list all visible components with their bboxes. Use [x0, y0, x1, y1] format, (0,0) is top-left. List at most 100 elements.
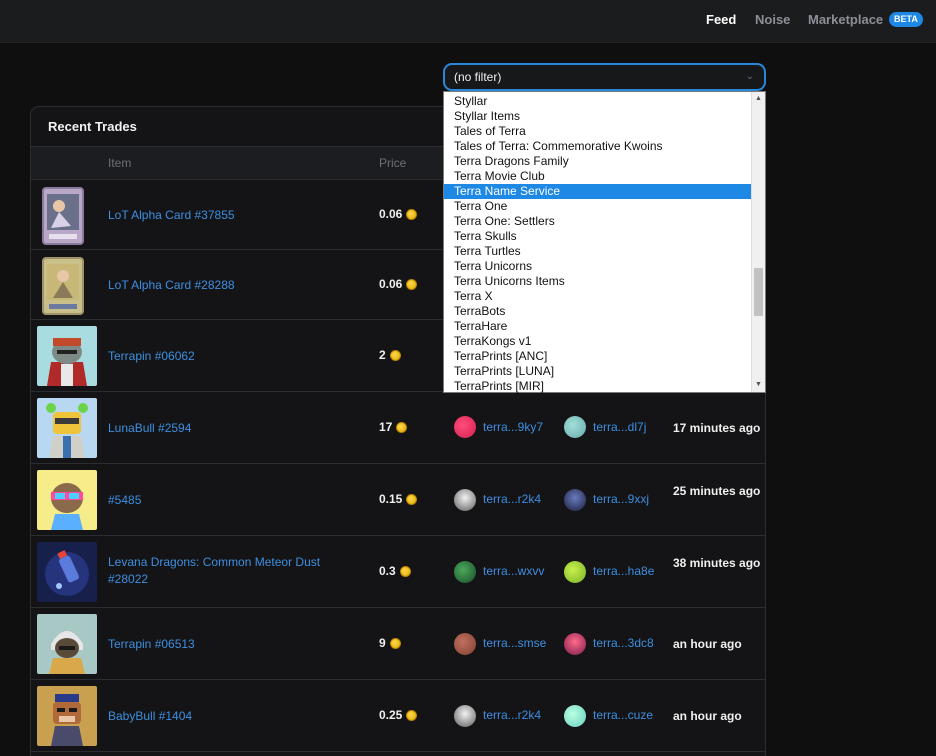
price-value: 0.06: [379, 207, 418, 221]
price-amount: 0.25: [379, 708, 403, 722]
luna-coin-icon: [389, 637, 401, 649]
table-row[interactable]: Levana Dragons: Common Meteor Dust #2802…: [31, 536, 765, 608]
scroll-up-arrow-icon[interactable]: ▲: [752, 92, 765, 106]
item-thumbnail[interactable]: [37, 256, 97, 316]
table-row[interactable]: LunaBull #2594 17 terra...9ky7 terra...d…: [31, 392, 765, 464]
seller-address[interactable]: terra...9ky7: [483, 420, 543, 434]
item-thumbnail[interactable]: [37, 326, 97, 386]
dropdown-option[interactable]: Terra Dragons Family: [444, 154, 752, 169]
nav-noise[interactable]: Noise: [755, 12, 790, 27]
dropdown-option[interactable]: Terra Unicorns Items: [444, 274, 752, 289]
item-link[interactable]: LoT Alpha Card #37855: [108, 207, 348, 224]
price-value: 0.3: [379, 564, 411, 578]
item-link[interactable]: Levana Dragons: Common Meteor Dust #2802…: [108, 554, 348, 588]
luna-coin-icon: [406, 208, 418, 220]
table-row[interactable]: Terrapin #06513 9 terra...smse terra...3…: [31, 608, 765, 680]
table-row[interactable]: BabyBull #1404 0.25 terra...r2k4 terra..…: [31, 680, 765, 752]
top-nav-bar: Feed Noise Marketplace BETA: [0, 0, 936, 43]
item-thumbnail[interactable]: [37, 542, 97, 602]
buyer-address[interactable]: terra...dl7j: [593, 420, 646, 434]
buyer-avatar[interactable]: [564, 489, 586, 511]
scrollbar-thumb[interactable]: [754, 268, 763, 316]
dropdown-option[interactable]: Tales of Terra: [444, 124, 752, 139]
dropdown-option[interactable]: TerraBots: [444, 304, 752, 319]
price-amount: 0.06: [379, 277, 403, 291]
seller-avatar[interactable]: [454, 705, 476, 727]
price-amount: 2: [379, 348, 386, 362]
dropdown-option[interactable]: TerraKongs v1: [444, 334, 752, 349]
dropdown-option[interactable]: TerraHare: [444, 319, 752, 334]
scroll-down-arrow-icon[interactable]: ▼: [752, 378, 765, 392]
dropdown-option[interactable]: Terra Unicorns: [444, 259, 752, 274]
item-link[interactable]: #5485: [108, 492, 348, 509]
price-amount: 0.06: [379, 207, 403, 221]
seller-address[interactable]: terra...wxvv: [483, 564, 544, 578]
luna-coin-icon: [399, 565, 411, 577]
collection-filter-select[interactable]: (no filter) ⌄: [443, 63, 766, 91]
trade-time: an hour ago: [673, 637, 742, 651]
dropdown-option[interactable]: Terra X: [444, 289, 752, 304]
dropdown-option[interactable]: Terra Skulls: [444, 229, 752, 244]
seller-avatar[interactable]: [454, 561, 476, 583]
buyer-avatar[interactable]: [564, 633, 586, 655]
luna-coin-icon: [406, 278, 418, 290]
seller-address[interactable]: terra...smse: [483, 636, 546, 650]
seller-avatar[interactable]: [454, 416, 476, 438]
luna-coin-icon: [406, 709, 418, 721]
buyer-address[interactable]: terra...cuze: [593, 708, 653, 722]
seller-avatar[interactable]: [454, 489, 476, 511]
buyer-avatar[interactable]: [564, 561, 586, 583]
dropdown-option[interactable]: Tales of Terra: Commemorative Kwoins: [444, 139, 752, 154]
dropdown-option[interactable]: Terra Movie Club: [444, 169, 752, 184]
price-value: 0.25: [379, 708, 418, 722]
item-thumbnail[interactable]: [37, 186, 97, 246]
dropdown-option[interactable]: TerraPrints [ANC]: [444, 349, 752, 364]
filter-dropdown-list[interactable]: Styllar Styllar Items Tales of Terra Tal…: [443, 91, 766, 393]
nav-marketplace[interactable]: Marketplace: [808, 12, 883, 27]
price-amount: 9: [379, 636, 386, 650]
item-thumbnail[interactable]: [37, 614, 97, 674]
dropdown-option[interactable]: Terra Turtles: [444, 244, 752, 259]
dropdown-scrollbar[interactable]: ▲ ▼: [751, 92, 765, 392]
item-thumbnail[interactable]: [37, 398, 97, 458]
seller-avatar[interactable]: [454, 633, 476, 655]
filter-value: (no filter): [454, 70, 502, 84]
item-link[interactable]: BabyBull #1404: [108, 708, 348, 725]
buyer-address[interactable]: terra...ha8e: [593, 564, 654, 578]
dropdown-options: Styllar Styllar Items Tales of Terra Tal…: [444, 94, 752, 394]
price-value: 0.15: [379, 492, 418, 506]
buyer-address[interactable]: terra...9xxj: [593, 492, 649, 506]
trade-time: 38 minutes ago: [673, 556, 761, 570]
buyer-avatar[interactable]: [564, 416, 586, 438]
price-amount: 0.3: [379, 564, 396, 578]
dropdown-option[interactable]: Terra One: Settlers: [444, 214, 752, 229]
dropdown-option[interactable]: Styllar Items: [444, 109, 752, 124]
price-value: 17: [379, 420, 408, 434]
card-title: Recent Trades: [48, 119, 137, 134]
dropdown-option[interactable]: Terra One: [444, 199, 752, 214]
dropdown-option[interactable]: TerraPrints [MIR]: [444, 379, 752, 394]
nav-feed[interactable]: Feed: [706, 12, 736, 27]
luna-coin-icon: [389, 349, 401, 361]
column-price: Price: [379, 156, 407, 170]
dropdown-option[interactable]: TerraPrints [LUNA]: [444, 364, 752, 379]
luna-coin-icon: [396, 421, 408, 433]
dropdown-option[interactable]: Terra Name Service: [444, 184, 752, 199]
item-thumbnail[interactable]: [37, 470, 97, 530]
trade-time: 17 minutes ago: [673, 421, 761, 435]
table-row[interactable]: #5485 0.15 terra...r2k4 terra...9xxj 25 …: [31, 464, 765, 536]
buyer-avatar[interactable]: [564, 705, 586, 727]
buyer-address[interactable]: terra...3dc8: [593, 636, 654, 650]
seller-address[interactable]: terra...r2k4: [483, 708, 541, 722]
item-link[interactable]: Terrapin #06513: [108, 636, 348, 653]
dropdown-option[interactable]: Styllar: [444, 94, 752, 109]
trade-time: an hour ago: [673, 709, 742, 723]
beta-badge: BETA: [889, 12, 923, 27]
column-item: Item: [108, 156, 132, 170]
item-link[interactable]: Terrapin #06062: [108, 348, 348, 365]
item-link[interactable]: LoT Alpha Card #28288: [108, 277, 348, 294]
luna-coin-icon: [406, 493, 418, 505]
item-thumbnail[interactable]: [37, 686, 97, 746]
seller-address[interactable]: terra...r2k4: [483, 492, 541, 506]
item-link[interactable]: LunaBull #2594: [108, 420, 348, 437]
